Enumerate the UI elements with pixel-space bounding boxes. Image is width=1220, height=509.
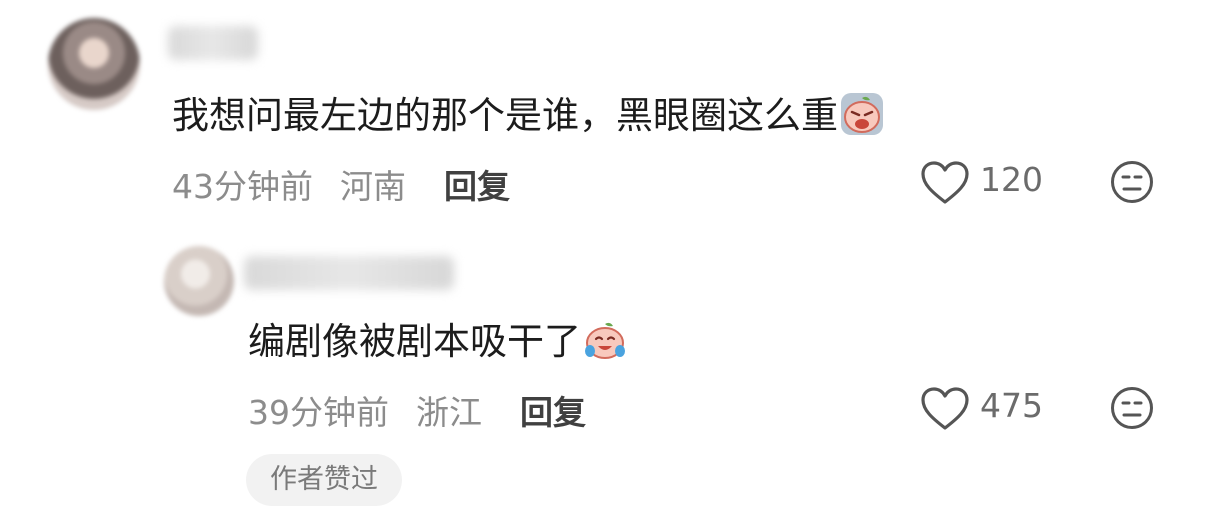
reply-location: 浙江 bbox=[416, 393, 482, 432]
like-count: 120 bbox=[980, 160, 1043, 199]
reply-avatar[interactable] bbox=[164, 246, 234, 316]
reply-username-blurred[interactable] bbox=[244, 256, 454, 290]
author-liked-badge: 作者赞过 bbox=[246, 454, 402, 506]
reply-time: 39分钟前 bbox=[248, 393, 389, 432]
tears-of-joy-emoji-icon bbox=[585, 322, 625, 359]
dislike-face-icon[interactable] bbox=[1110, 160, 1154, 204]
heart-icon[interactable] bbox=[920, 386, 970, 432]
reply-reply-button[interactable]: 回复 bbox=[520, 386, 586, 434]
username-blurred[interactable] bbox=[168, 26, 258, 60]
comment-location: 河南 bbox=[340, 167, 406, 206]
reply-button[interactable]: 回复 bbox=[444, 160, 510, 208]
crying-face-emoji-icon bbox=[841, 93, 883, 135]
heart-icon[interactable] bbox=[920, 160, 970, 206]
comment-text: 我想问最左边的那个是谁，黑眼圈这么重 bbox=[172, 94, 838, 137]
reply-body: 编剧像被剧本吸干了 bbox=[248, 318, 627, 364]
comment-time: 43分钟前 bbox=[172, 167, 313, 206]
avatar[interactable] bbox=[48, 18, 140, 110]
dislike-face-icon[interactable] bbox=[1110, 386, 1154, 430]
reply-like-count: 475 bbox=[980, 386, 1043, 425]
reply-text: 编剧像被剧本吸干了 bbox=[248, 320, 581, 363]
comment-body: 我想问最左边的那个是谁，黑眼圈这么重 bbox=[172, 92, 884, 138]
